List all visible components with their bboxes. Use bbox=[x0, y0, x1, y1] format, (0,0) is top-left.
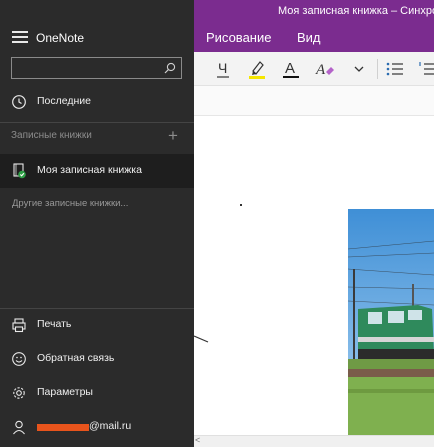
nav-item-label: Последние bbox=[37, 95, 92, 107]
notebook-name: Моя записная книжка bbox=[37, 164, 142, 176]
underline-glyph: Ч bbox=[218, 60, 227, 76]
gear-icon bbox=[11, 385, 27, 401]
numbering-button[interactable] bbox=[416, 58, 434, 80]
add-notebook-button[interactable]: + bbox=[168, 127, 178, 144]
tab-draw[interactable]: Рисование bbox=[206, 30, 271, 45]
clear-formatting-button[interactable]: A bbox=[314, 58, 336, 80]
divider bbox=[0, 122, 194, 123]
account-email: @mail.ru bbox=[89, 420, 132, 432]
nav-item-label: Печать bbox=[37, 318, 72, 330]
scroll-left-icon[interactable]: < bbox=[195, 435, 200, 445]
nav-item-print[interactable]: Печать bbox=[0, 308, 194, 342]
highlight-button[interactable] bbox=[246, 58, 268, 80]
notebooks-section-header: Записные книжки + bbox=[0, 124, 194, 150]
tab-view[interactable]: Вид bbox=[297, 30, 321, 45]
ribbon-tab-bar: Рисование Вид bbox=[194, 22, 434, 52]
search-icon[interactable] bbox=[163, 61, 177, 75]
more-formatting-button[interactable] bbox=[348, 58, 370, 80]
ribbon-toolbar: Ч A A bbox=[194, 52, 434, 86]
search-box[interactable] bbox=[11, 57, 182, 79]
toolbar-separator bbox=[377, 59, 378, 79]
redacted-username bbox=[37, 424, 89, 431]
bullet-list-icon bbox=[386, 62, 403, 76]
window-title: Моя записная книжка – Синхронизац bbox=[194, 0, 434, 22]
nav-item-settings[interactable]: Параметры bbox=[0, 376, 194, 410]
nav-item-recent[interactable]: Последние bbox=[0, 85, 194, 119]
numbered-list-icon bbox=[419, 62, 434, 75]
bullets-button[interactable] bbox=[384, 58, 406, 80]
nav-header: OneNote bbox=[0, 22, 194, 52]
clock-icon bbox=[11, 94, 27, 110]
font-color-button[interactable]: A bbox=[280, 58, 302, 80]
search-input[interactable] bbox=[16, 60, 156, 76]
font-color-glyph: A bbox=[285, 60, 295, 77]
navigation-pane: OneNote Последние Записные книжки + Моя … bbox=[0, 0, 194, 447]
highlighter-icon bbox=[249, 61, 265, 79]
notebooks-section-title: Записные книжки bbox=[11, 130, 92, 141]
nav-item-label: Параметры bbox=[37, 386, 93, 398]
train-photo[interactable] bbox=[348, 209, 434, 435]
nav-item-feedback[interactable]: Обратная связь bbox=[0, 342, 194, 376]
page-header-strip bbox=[194, 86, 434, 116]
smiley-icon bbox=[11, 351, 27, 367]
underline-button[interactable]: Ч bbox=[212, 58, 234, 80]
notebook-item-my-notebook[interactable]: Моя записная книжка bbox=[0, 154, 194, 188]
clear-formatting-icon: A bbox=[315, 62, 334, 78]
horizontal-scrollbar[interactable]: < bbox=[194, 435, 434, 447]
printer-icon bbox=[11, 317, 27, 333]
nav-item-account[interactable]: @mail.ru bbox=[0, 410, 194, 444]
hamburger-menu-icon[interactable] bbox=[12, 31, 28, 43]
app-name: OneNote bbox=[36, 31, 85, 45]
other-notebooks-link[interactable]: Другие записные книжки... bbox=[12, 198, 128, 209]
notebook-sync-icon bbox=[11, 163, 27, 179]
ink-stroke bbox=[194, 335, 209, 343]
ink-stroke bbox=[240, 204, 242, 206]
photo-image bbox=[348, 209, 434, 435]
chevron-down-icon bbox=[354, 66, 364, 72]
svg-text:A: A bbox=[315, 62, 326, 78]
user-icon bbox=[11, 419, 27, 435]
nav-item-label: Обратная связь bbox=[37, 352, 115, 364]
